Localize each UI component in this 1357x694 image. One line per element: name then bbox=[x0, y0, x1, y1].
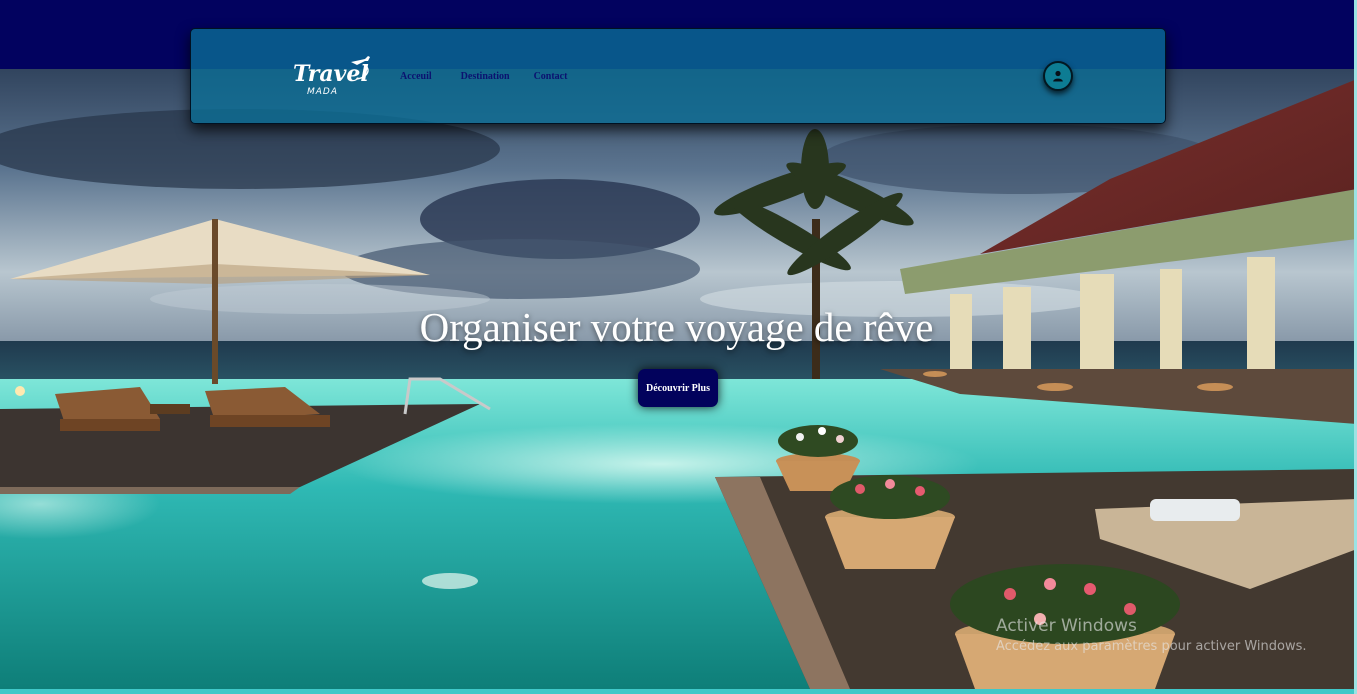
nav-link-contact[interactable]: Contact bbox=[534, 71, 568, 82]
nav-link-acceuil[interactable]: Acceuil bbox=[400, 71, 432, 82]
user-account-button[interactable] bbox=[1043, 61, 1073, 91]
hero-title: Organiser votre voyage de rêve bbox=[0, 303, 1357, 351]
logo-subtext: MADA bbox=[307, 87, 339, 97]
discover-more-button[interactable]: Découvrir Plus bbox=[638, 369, 718, 407]
hero-title-text: Organiser votre voyage de rêve bbox=[419, 304, 934, 350]
nav-link-destination[interactable]: Destination bbox=[461, 71, 510, 82]
nav-links: Acceuil Destination Contact bbox=[400, 71, 567, 82]
navbar: Travel MADA Acceuil Destination Contact bbox=[190, 28, 1166, 124]
watermark-title: Activer Windows bbox=[996, 616, 1137, 636]
plane-icon bbox=[351, 56, 370, 80]
windows-activation-watermark: Activer Windows Accédez aux paramètres p… bbox=[996, 616, 1307, 654]
user-icon bbox=[1053, 70, 1063, 82]
watermark-subtitle: Accédez aux paramètres pour activer Wind… bbox=[996, 639, 1307, 654]
page: Travel MADA Acceuil Destination Contact … bbox=[0, 0, 1357, 694]
bottom-strip bbox=[0, 689, 1357, 694]
brand-logo[interactable]: Travel MADA bbox=[291, 53, 377, 103]
